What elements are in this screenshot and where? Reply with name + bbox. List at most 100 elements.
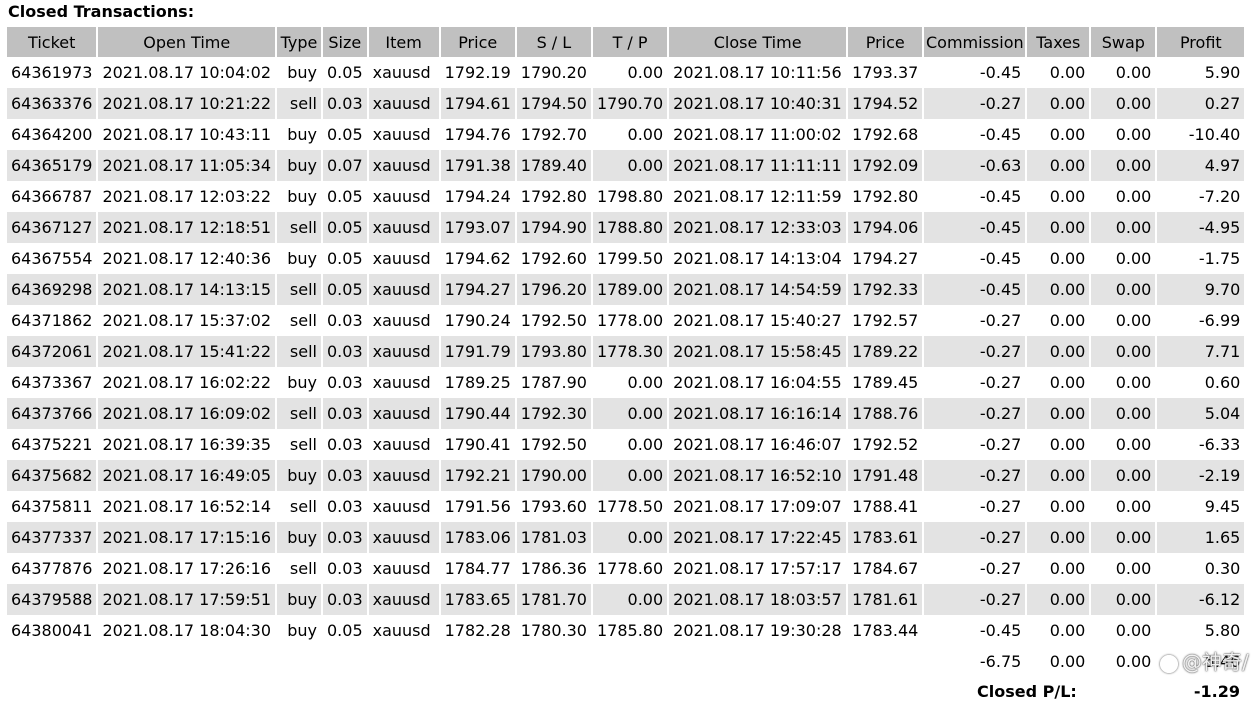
cell-taxes: 0.00 (1027, 584, 1090, 615)
cell-type: sell (277, 88, 321, 119)
table-row: 64373367 2021.08.17 16:02:22 buy 0.03 xauusd… (7, 367, 1245, 398)
cell-take-profit: 0.00 (592, 584, 668, 615)
column-header-swap: Swap (1091, 27, 1156, 57)
cell-stop-loss: 1781.70 (516, 584, 591, 615)
cell-close-time: 2021.08.17 14:13:04 (669, 243, 847, 274)
cell-taxes: 0.00 (1027, 491, 1090, 522)
table-row: 64366787 2021.08.17 12:03:22 buy 0.05 xauusd… (7, 181, 1245, 212)
cell-size: 0.07 (323, 150, 367, 181)
cell-take-profit: 0.00 (592, 522, 668, 553)
cell-stop-loss: 1786.36 (516, 553, 591, 584)
cell-close-price: 1788.41 (848, 491, 923, 522)
cell-swap: 0.00 (1091, 615, 1156, 646)
column-header-ticket: Ticket (7, 27, 97, 57)
cell-take-profit: 1778.30 (592, 336, 668, 367)
cell-take-profit: 1790.70 (592, 88, 668, 119)
cell-close-time: 2021.08.17 12:11:59 (669, 181, 847, 212)
table-row: 64375221 2021.08.17 16:39:35 sell 0.03 xauus… (7, 429, 1245, 460)
cell-take-profit: 1798.80 (592, 181, 668, 212)
cell-commission: -0.27 (924, 336, 1026, 367)
cell-taxes: 0.00 (1027, 181, 1090, 212)
cell-close-price: 1792.57 (848, 305, 923, 336)
cell-type: buy (277, 460, 321, 491)
cell-type: buy (277, 584, 321, 615)
cell-close-time: 2021.08.17 17:22:45 (669, 522, 847, 553)
cell-stop-loss: 1792.50 (516, 429, 591, 460)
cell-swap: 0.00 (1091, 88, 1156, 119)
cell-item: xauusd (368, 367, 439, 398)
watermark: @神奇/ (1160, 646, 1249, 675)
table-row: 64363376 2021.08.17 10:21:22 sell 0.03 xauus… (7, 88, 1245, 119)
cell-take-profit: 1789.00 (592, 274, 668, 305)
cell-type: sell (277, 274, 321, 305)
cell-profit: -6.33 (1157, 429, 1245, 460)
totals-row: -6.75 0.00 0.00 5.46 (7, 646, 1245, 677)
cell-item: xauusd (368, 491, 439, 522)
cell-profit: 5.90 (1157, 57, 1245, 88)
cell-type: sell (277, 553, 321, 584)
cell-open-time: 2021.08.17 16:09:02 (98, 398, 275, 429)
cell-type: buy (277, 150, 321, 181)
cell-open-price: 1782.28 (440, 615, 515, 646)
cell-item: xauusd (368, 429, 439, 460)
cell-close-price: 1792.52 (848, 429, 923, 460)
cell-type: buy (277, 119, 321, 150)
cell-swap: 0.00 (1091, 336, 1156, 367)
cell-type: sell (277, 305, 321, 336)
cell-swap: 0.00 (1091, 584, 1156, 615)
cell-take-profit: 0.00 (592, 150, 668, 181)
table-row: 64361973 2021.08.17 10:04:02 buy 0.05 xauusd… (7, 57, 1245, 88)
cell-size: 0.03 (323, 367, 367, 398)
section-title: Closed Transactions: (8, 2, 195, 21)
cell-close-time: 2021.08.17 15:58:45 (669, 336, 847, 367)
cell-commission: -0.27 (924, 522, 1026, 553)
cell-swap: 0.00 (1091, 491, 1156, 522)
cell-commission: -0.27 (924, 398, 1026, 429)
cell-open-price: 1790.44 (440, 398, 515, 429)
cell-open-time: 2021.08.17 16:39:35 (98, 429, 275, 460)
cell-type: buy (277, 181, 321, 212)
cell-size: 0.03 (323, 460, 367, 491)
cell-size: 0.03 (323, 429, 367, 460)
watermark-text: @神奇/ (1182, 650, 1249, 674)
cell-ticket: 64375221 (7, 429, 97, 460)
cell-stop-loss: 1793.80 (516, 336, 591, 367)
table-row: 64364200 2021.08.17 10:43:11 buy 0.05 xauusd… (7, 119, 1245, 150)
cell-item: xauusd (368, 212, 439, 243)
cell-close-time: 2021.08.17 11:00:02 (669, 119, 847, 150)
cell-close-time: 2021.08.17 19:30:28 (669, 615, 847, 646)
cell-open-time: 2021.08.17 16:49:05 (98, 460, 275, 491)
cell-open-time: 2021.08.17 11:05:34 (98, 150, 275, 181)
closed-transactions-table: Ticket Open Time Type Size Item Price S / LT /… (5, 27, 1246, 677)
cell-taxes: 0.00 (1027, 150, 1090, 181)
cell-take-profit: 1785.80 (592, 615, 668, 646)
cell-item: xauusd (368, 274, 439, 305)
cell-stop-loss: 1792.80 (516, 181, 591, 212)
cell-stop-loss: 1789.40 (516, 150, 591, 181)
column-header-close-price: Price (848, 27, 923, 57)
cell-close-price: 1784.67 (848, 553, 923, 584)
cell-size: 0.05 (323, 243, 367, 274)
cell-profit: -10.40 (1157, 119, 1245, 150)
cell-open-time: 2021.08.17 10:21:22 (98, 88, 275, 119)
cell-open-time: 2021.08.17 15:41:22 (98, 336, 275, 367)
cell-size: 0.05 (323, 181, 367, 212)
cell-ticket: 64380041 (7, 615, 97, 646)
cell-taxes: 0.00 (1027, 305, 1090, 336)
cell-close-price: 1788.76 (848, 398, 923, 429)
cell-type: sell (277, 336, 321, 367)
cell-ticket: 64366787 (7, 181, 97, 212)
cell-swap: 0.00 (1091, 119, 1156, 150)
cell-take-profit: 0.00 (592, 119, 668, 150)
cell-profit: -6.99 (1157, 305, 1245, 336)
cell-close-price: 1792.80 (848, 181, 923, 212)
closed-pl-label: Closed P/L: (977, 682, 1077, 701)
cell-size: 0.03 (323, 398, 367, 429)
table-row: 64377337 2021.08.17 17:15:16 buy 0.03 xauusd… (7, 522, 1245, 553)
cell-commission: -0.45 (924, 243, 1026, 274)
cell-size: 0.03 (323, 305, 367, 336)
cell-ticket: 64365179 (7, 150, 97, 181)
cell-size: 0.03 (323, 88, 367, 119)
cell-open-time: 2021.08.17 17:59:51 (98, 584, 275, 615)
table-header-row: Ticket Open Time Type Size Item Price S / LT /… (7, 27, 1245, 57)
